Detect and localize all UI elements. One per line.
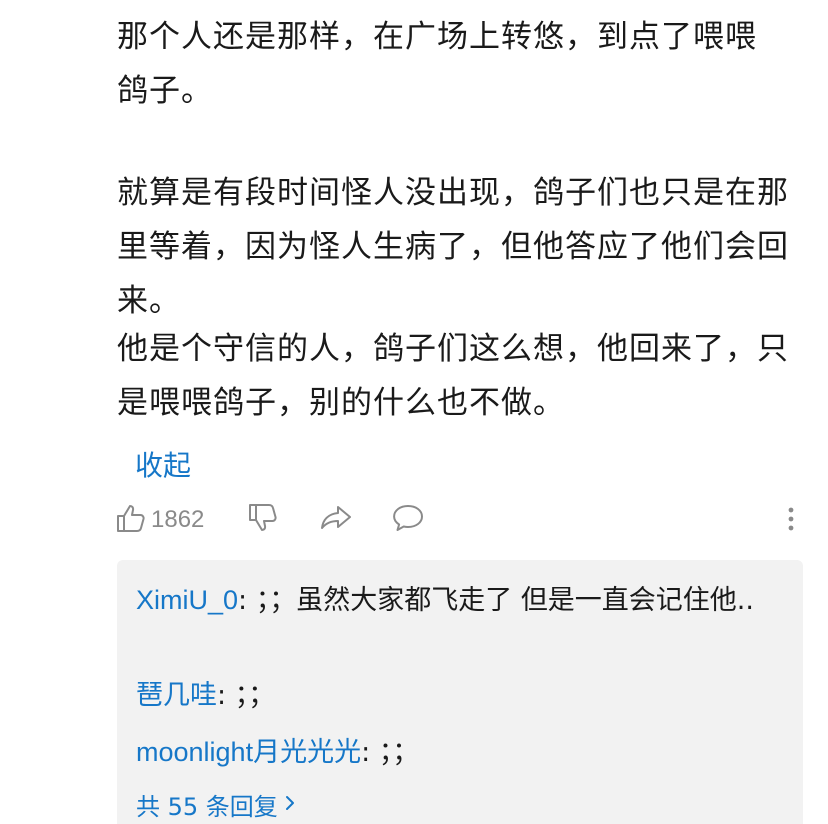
thumbs-down-icon (247, 502, 279, 538)
share-button[interactable] (319, 500, 353, 540)
comment-icon (391, 502, 425, 538)
reply-username[interactable]: XimiU_0 (136, 585, 238, 615)
action-bar: 1862 (115, 500, 805, 540)
reply-preview-box: XimiU_0: ；；虽然大家都飞走了 但是一直会记住他.. 琶几哇: ；； m… (117, 560, 803, 824)
dislike-button[interactable] (247, 500, 279, 540)
post-paragraph: 就算是有段时间怪人没出现，鸽子们也只是在那里等着，因为怪人生病了，但他答应了他们… (117, 175, 789, 319)
reply-item: moonlight月光光光: ；； (136, 732, 776, 773)
more-options-button[interactable] (783, 500, 799, 540)
reply-item: 琶几哇: ；； (136, 675, 776, 716)
view-all-replies-link[interactable]: 共 55 条回复 (136, 787, 296, 822)
like-button[interactable]: 1862 (115, 500, 204, 540)
like-count: 1862 (151, 506, 205, 533)
post-paragraph: 他是个守信的人，鸽子们这么想，他回来了，只是喂喂鸽子，别的什么也不做。 (117, 331, 789, 421)
reply-text: : ；； (217, 680, 276, 711)
reply-username[interactable]: 琶几哇 (136, 680, 217, 710)
reply-username[interactable]: moonlight月光光光 (136, 737, 361, 767)
reply-text: : ；；虽然大家都飞走了 但是一直会记住他.. (238, 585, 754, 616)
thumbs-up-icon (115, 502, 147, 538)
comment-button[interactable] (391, 500, 425, 540)
reply-count-label: 共 55 条回复 (136, 793, 278, 821)
post-paragraph: 那个人还是那样，在广场上转悠，到点了喂喂鸽子。 (117, 19, 757, 109)
reply-item: XimiU_0: ；；虽然大家都飞走了 但是一直会记住他.. (136, 580, 776, 621)
chevron-right-icon (284, 791, 296, 819)
collapse-link[interactable]: 收起 (135, 444, 191, 484)
reply-text: : ；； (361, 737, 420, 768)
share-icon (319, 502, 353, 538)
more-vertical-icon (783, 502, 799, 538)
